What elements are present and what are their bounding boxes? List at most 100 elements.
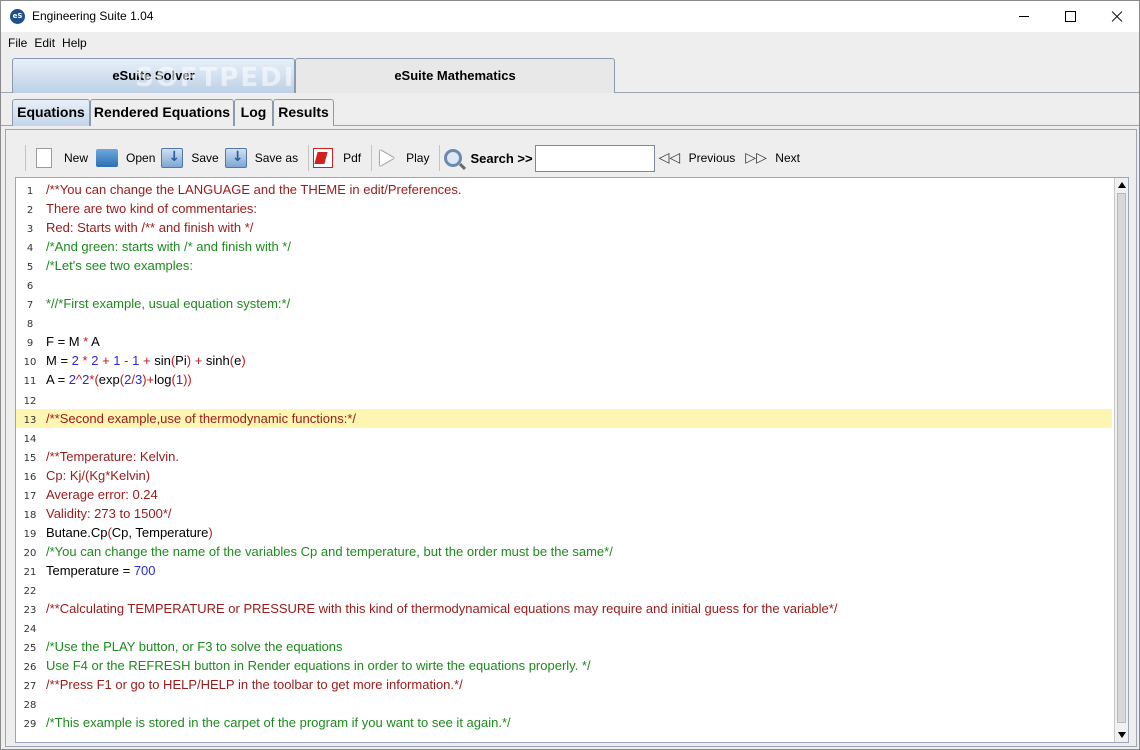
- save-label: Save: [191, 151, 219, 165]
- line-text: There are two kind of commentaries:: [46, 201, 257, 217]
- editor-line[interactable]: 6: [16, 275, 1112, 294]
- code-number: 1: [175, 372, 184, 388]
- play-label: Play: [406, 151, 430, 165]
- tab-equations-label: Equations: [17, 104, 85, 120]
- editor-line[interactable]: 10 M = 2 * 2 + 1 - 1 + sin(Pi) + sinh(e): [16, 351, 1112, 370]
- equation-editor[interactable]: 1 /**You can change the LANGUAGE and the …: [15, 177, 1129, 743]
- open-button[interactable]: Open: [96, 142, 155, 174]
- code-identifier: log: [154, 372, 172, 388]
- editor-line[interactable]: 19 Butane.Cp(Cp, Temperature): [16, 523, 1112, 542]
- code-operator: +: [102, 353, 110, 369]
- editor-line[interactable]: 28: [16, 694, 1112, 713]
- scroll-down-icon[interactable]: [1118, 732, 1126, 738]
- sub-tab-strip: Equations Rendered Equations Log Results: [1, 93, 1139, 126]
- editor-line[interactable]: 22: [16, 580, 1112, 599]
- code-identifier: Butane.Cp: [46, 524, 108, 540]
- code-identifier: exp: [98, 372, 120, 388]
- editor-line[interactable]: 4/*And green: starts with /* and finish …: [16, 237, 1112, 256]
- code-identifier: A: [88, 334, 100, 350]
- save-as-label: Save as: [254, 151, 299, 165]
- toolbar-separator: [308, 145, 310, 171]
- editor-line[interactable]: 20/*You can change the name of the varia…: [16, 542, 1112, 561]
- play-button[interactable]: Play: [380, 142, 429, 174]
- line-text: /*Use the PLAY button, or F3 to solve th…: [46, 639, 343, 655]
- line-number: 29: [23, 719, 37, 731]
- tab-rendered-equations[interactable]: Rendered Equations: [90, 99, 234, 126]
- code-paren: ): [208, 524, 213, 540]
- next-icon: ▷▷: [745, 150, 767, 166]
- close-icon[interactable]: [1093, 1, 1139, 32]
- pdf-button[interactable]: Pdf: [313, 142, 361, 174]
- next-button[interactable]: ▷▷ Next: [745, 142, 800, 174]
- editor-line[interactable]: 27/**Press F1 or go to HELP/HELP in the …: [16, 675, 1112, 694]
- menu-help[interactable]: Help: [62, 36, 87, 50]
- minimize-icon[interactable]: [1001, 1, 1047, 32]
- line-text: A = 2^2*(exp(2/3)+log(1)): [46, 370, 192, 389]
- editor-line[interactable]: 5/*Let's see two examples:: [16, 256, 1112, 275]
- new-button[interactable]: New: [30, 142, 88, 174]
- editor-line[interactable]: 12: [16, 390, 1112, 409]
- open-folder-icon: [96, 149, 119, 167]
- code-operator: =: [60, 353, 69, 369]
- editor-line[interactable]: 13/**Second example,use of thermodynamic…: [16, 408, 1112, 428]
- editor-line[interactable]: 9F = M * A: [16, 332, 1112, 351]
- toolbar-separator: [25, 145, 26, 171]
- menu-file[interactable]: File: [8, 36, 27, 50]
- search-input[interactable]: [534, 144, 655, 172]
- line-text: /**Temperature: Kelvin.: [46, 448, 179, 464]
- new-label: New: [64, 151, 89, 165]
- toolbar-separator: [439, 145, 441, 171]
- editor-line[interactable]: 17 Average error: 0.24: [16, 485, 1112, 504]
- scroll-up-icon[interactable]: [1118, 182, 1126, 188]
- editor-line[interactable]: 29 /*This example is stored in the carpet…: [16, 713, 1112, 732]
- tab-esuite-solver[interactable]: eSuite Solver SOFTPEDIA: [12, 58, 316, 93]
- editor-line[interactable]: 3 Red: Starts with /** and finish with */: [16, 218, 1112, 237]
- tab-esuite-solver-label: eSuite Solver: [112, 68, 195, 83]
- tab-log[interactable]: Log: [234, 99, 273, 126]
- line-text: Cp: Kj/(Kg*Kelvin): [46, 467, 151, 483]
- line-text: Butane.Cp(Cp, Temperature): [46, 523, 213, 542]
- search-label: Search >>: [470, 150, 533, 166]
- code-identifier: M: [46, 353, 61, 369]
- code-identifier: A: [46, 372, 58, 388]
- editor-line[interactable]: 2 There are two kind of commentaries:: [16, 199, 1112, 218]
- new-file-icon: [36, 148, 52, 168]
- save-as-button[interactable]: Save as: [224, 142, 299, 174]
- menu-edit[interactable]: Edit: [34, 36, 55, 50]
- editor-line[interactable]: 18 Validity: 273 to 1500*/: [16, 504, 1112, 523]
- editor-line[interactable]: 15/**Temperature: Kelvin.: [16, 447, 1112, 466]
- tab-esuite-mathematics[interactable]: eSuite Mathematics: [295, 58, 615, 93]
- editor-line[interactable]: 25/*Use the PLAY button, or F3 to solve …: [16, 637, 1112, 656]
- vertical-scrollbar[interactable]: [1114, 178, 1128, 742]
- line-text: Red: Starts with /** and finish with */: [46, 220, 254, 236]
- line-text: /*This example is stored in the carpet o…: [46, 715, 511, 731]
- editor-line[interactable]: 7 *//*First example, usual equation syste…: [16, 294, 1112, 313]
- editor-line[interactable]: 1/**You can change the LANGUAGE and the …: [16, 180, 1112, 199]
- tab-rendered-equations-label: Rendered Equations: [93, 104, 231, 120]
- toolbar-separator: [371, 145, 373, 171]
- code-identifier: sinh: [202, 353, 230, 369]
- line-text: /**Second example,use of thermodynamic f…: [46, 410, 357, 426]
- search-button[interactable]: Search >>: [444, 142, 533, 174]
- code-identifier: Cp, Temperature: [111, 524, 209, 540]
- editor-line[interactable]: 21 Temperature = 700: [16, 561, 1112, 580]
- code-operator: +: [146, 372, 155, 388]
- editor-line[interactable]: 14: [16, 428, 1112, 447]
- code-paren: ): [241, 353, 246, 369]
- save-button[interactable]: Save: [161, 142, 219, 174]
- editor-line[interactable]: 23/**Calculating TEMPERATURE or PRESSURE…: [16, 599, 1112, 618]
- editor-line[interactable]: 24: [16, 618, 1112, 637]
- tab-results-label: Results: [278, 104, 329, 120]
- code-number: 700: [133, 562, 156, 578]
- tab-results[interactable]: Results: [273, 99, 334, 126]
- editor-line[interactable]: 26 Use F4 or the REFRESH button in Render…: [16, 656, 1112, 675]
- line-text: /*Let's see two examples:: [46, 258, 193, 274]
- line-text: /*You can change the name of the variabl…: [46, 543, 613, 559]
- editor-line[interactable]: 8: [16, 313, 1112, 332]
- maximize-icon[interactable]: [1047, 1, 1093, 32]
- tab-equations[interactable]: Equations: [12, 99, 90, 126]
- previous-button[interactable]: ◁◁ Previous: [659, 142, 736, 174]
- editor-line[interactable]: 16 Cp: Kj/(Kg*Kelvin): [16, 466, 1112, 485]
- scrollbar-thumb[interactable]: [1117, 193, 1126, 723]
- editor-line[interactable]: 11 A = 2^2*(exp(2/3)+log(1)): [16, 370, 1112, 389]
